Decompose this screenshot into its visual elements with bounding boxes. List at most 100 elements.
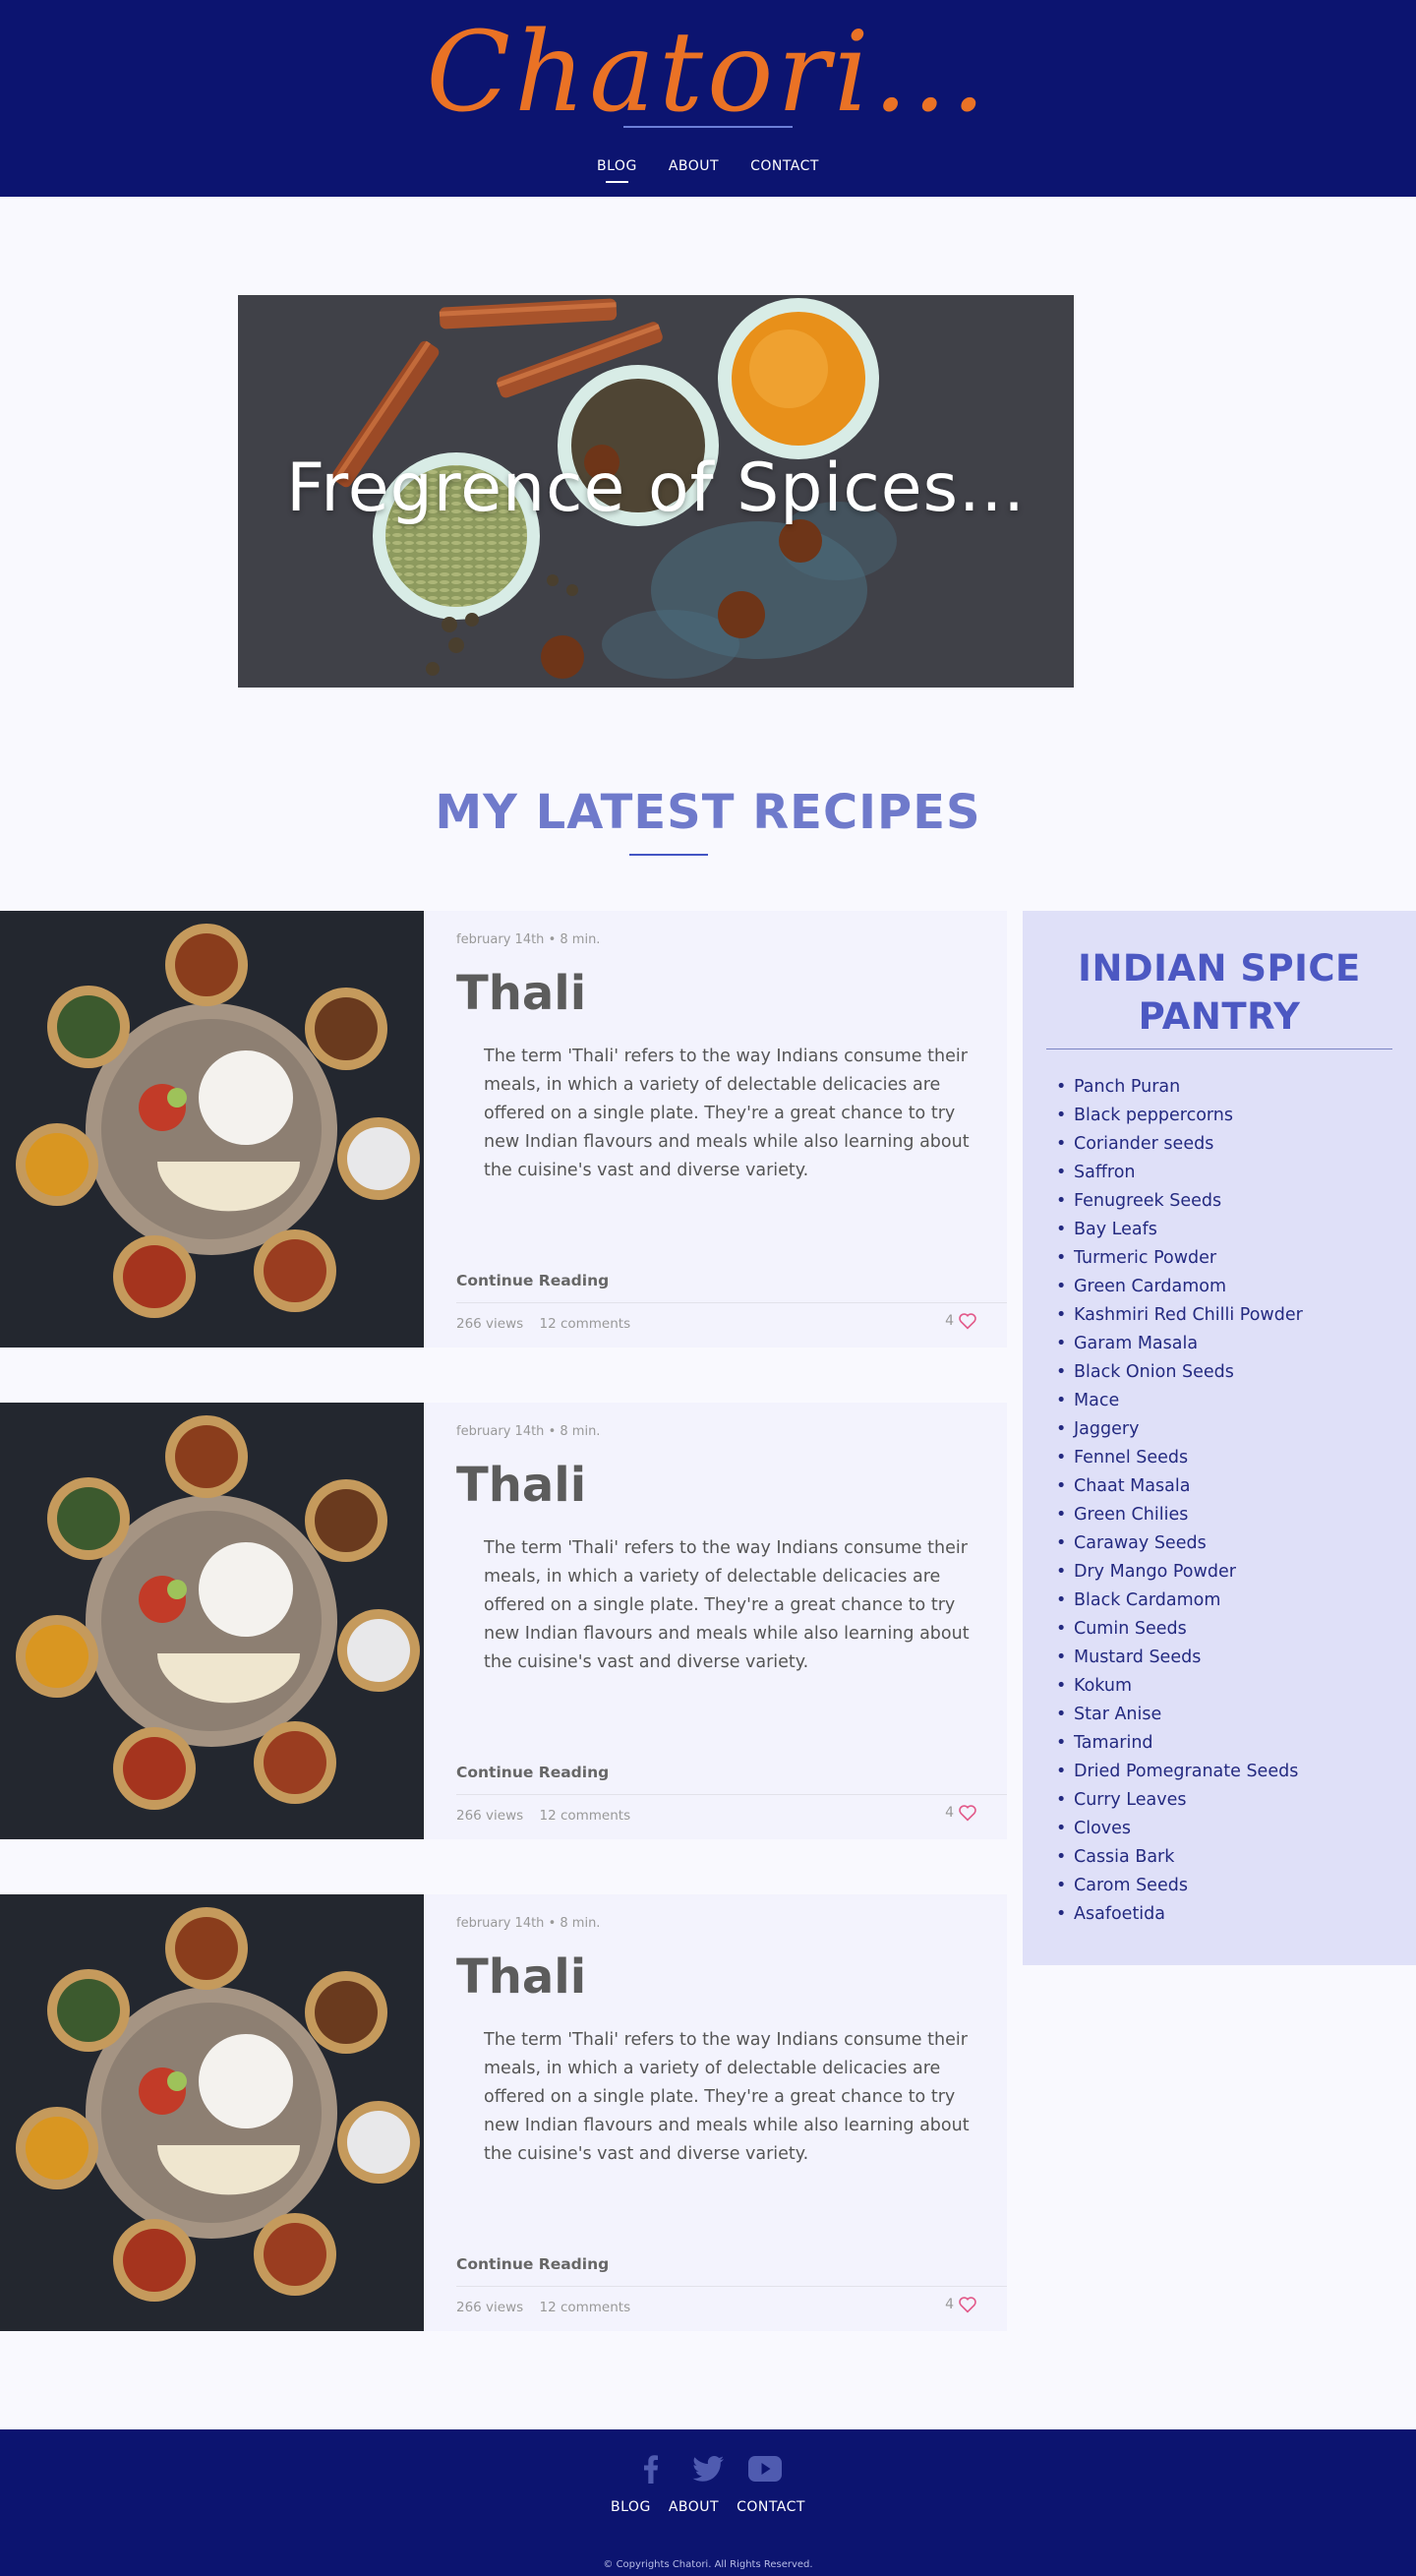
spice-list-item: Tamarind bbox=[1056, 1729, 1303, 1758]
post-stats: 266 views 12 comments bbox=[456, 1316, 630, 1332]
post-read-time: 8 min. bbox=[560, 932, 601, 947]
spice-list-item: Panch Puran bbox=[1056, 1073, 1303, 1102]
spice-list-item: Fennel Seeds bbox=[1056, 1444, 1303, 1472]
logo-underline bbox=[623, 126, 793, 128]
continue-reading-link[interactable]: Continue Reading bbox=[456, 1764, 609, 1781]
nav-item-about[interactable]: ABOUT bbox=[669, 158, 719, 174]
post-views: 266 views bbox=[456, 2300, 524, 2315]
thali-image bbox=[0, 911, 424, 1348]
like-count: 4 bbox=[945, 1313, 954, 1329]
post-card[interactable]: february 14th • 8 min. Thali The term 'T… bbox=[0, 911, 1007, 1348]
post-divider bbox=[456, 1794, 1007, 1795]
like-count: 4 bbox=[945, 2297, 954, 2312]
heart-icon[interactable] bbox=[958, 2296, 977, 2313]
post-card[interactable]: february 14th • 8 min. Thali The term 'T… bbox=[0, 1894, 1007, 2331]
footer-nav-contact[interactable]: CONTACT bbox=[737, 2499, 805, 2515]
post-card[interactable]: february 14th • 8 min. Thali The term 'T… bbox=[0, 1403, 1007, 1839]
meta-separator: • bbox=[548, 1424, 560, 1439]
spice-list-item: Cloves bbox=[1056, 1815, 1303, 1843]
post-likes[interactable]: 4 bbox=[945, 1312, 977, 1330]
post-likes[interactable]: 4 bbox=[945, 1804, 977, 1822]
spice-list-item: Mace bbox=[1056, 1387, 1303, 1415]
spice-list-item: Cassia Bark bbox=[1056, 1843, 1303, 1872]
section-title-underline bbox=[629, 854, 708, 856]
meta-separator: • bbox=[548, 932, 560, 947]
meta-separator: • bbox=[548, 1916, 560, 1931]
spice-list-item: Saffron bbox=[1056, 1159, 1303, 1187]
continue-reading-link[interactable]: Continue Reading bbox=[456, 1272, 609, 1289]
post-image[interactable] bbox=[0, 1403, 424, 1839]
spice-list-item: Asafoetida bbox=[1056, 1900, 1303, 1929]
spice-list: Panch PuranBlack peppercornsCoriander se… bbox=[1056, 1073, 1303, 1929]
copyright-icon: © bbox=[603, 2559, 614, 2570]
post-excerpt: The term 'Thali' refers to the way India… bbox=[484, 1538, 970, 1672]
footer-nav-about[interactable]: ABOUT bbox=[669, 2499, 719, 2515]
site-header: Chatori... BLOG ABOUT CONTACT bbox=[0, 0, 1416, 197]
spice-list-item: Coriander seeds bbox=[1056, 1130, 1303, 1159]
spice-list-item: Green Cardamom bbox=[1056, 1273, 1303, 1301]
spice-list-item: Curry Leaves bbox=[1056, 1786, 1303, 1815]
sidebar-divider bbox=[1046, 1048, 1392, 1049]
post-views: 266 views bbox=[456, 1316, 524, 1332]
nav-item-blog[interactable]: BLOG bbox=[597, 158, 637, 183]
post-comments[interactable]: 12 comments bbox=[539, 2300, 630, 2315]
post-date: february 14th bbox=[456, 932, 545, 947]
post-title[interactable]: Thali bbox=[456, 1949, 586, 2005]
post-comments[interactable]: 12 comments bbox=[539, 1316, 630, 1332]
hero-banner: Fregrence of Spices... bbox=[238, 295, 1074, 688]
thali-image bbox=[0, 1403, 424, 1839]
nav-item-contact[interactable]: CONTACT bbox=[750, 158, 819, 174]
post-likes[interactable]: 4 bbox=[945, 2296, 977, 2313]
heart-icon[interactable] bbox=[958, 1312, 977, 1330]
post-stats: 266 views 12 comments bbox=[456, 2300, 630, 2315]
section-title: MY LATEST RECIPES bbox=[435, 785, 981, 840]
post-excerpt: The term 'Thali' refers to the way India… bbox=[484, 2030, 970, 2164]
spice-list-item: Jaggery bbox=[1056, 1415, 1303, 1444]
spice-list-item: Dry Mango Powder bbox=[1056, 1558, 1303, 1587]
like-count: 4 bbox=[945, 1805, 954, 1821]
post-meta: february 14th • 8 min. bbox=[456, 1424, 600, 1439]
spice-list-item: Turmeric Powder bbox=[1056, 1244, 1303, 1273]
spice-list-item: Kokum bbox=[1056, 1672, 1303, 1701]
post-title[interactable]: Thali bbox=[456, 1458, 586, 1513]
footer-nav-blog[interactable]: BLOG bbox=[611, 2499, 651, 2515]
thali-image bbox=[0, 1894, 424, 2331]
youtube-icon[interactable] bbox=[747, 2453, 783, 2485]
post-date: february 14th bbox=[456, 1916, 545, 1931]
post-title[interactable]: Thali bbox=[456, 966, 586, 1021]
hero-title: Fregrence of Spices... bbox=[286, 449, 1026, 527]
twitter-icon[interactable] bbox=[690, 2453, 726, 2485]
sidebar-title: INDIAN SPICE PANTRY bbox=[1023, 944, 1416, 1041]
spice-list-item: Chaat Masala bbox=[1056, 1472, 1303, 1501]
main-nav: BLOG ABOUT CONTACT bbox=[0, 158, 1416, 183]
copyright-text: Copyrights Chatori. All Rights Reserved. bbox=[616, 2559, 813, 2570]
spice-list-item: Carom Seeds bbox=[1056, 1872, 1303, 1900]
spice-list-item: Dried Pomegranate Seeds bbox=[1056, 1758, 1303, 1786]
post-divider bbox=[456, 1302, 1007, 1303]
site-logo[interactable]: Chatori... bbox=[0, 4, 1416, 142]
post-meta: february 14th • 8 min. bbox=[456, 932, 600, 947]
facebook-icon[interactable] bbox=[633, 2453, 669, 2485]
post-read-time: 8 min. bbox=[560, 1424, 601, 1439]
spice-pantry-sidebar: INDIAN SPICE PANTRY Panch PuranBlack pep… bbox=[1023, 911, 1416, 1965]
sidebar-title-line-2: PANTRY bbox=[1138, 995, 1301, 1038]
social-links bbox=[0, 2453, 1416, 2485]
continue-reading-link[interactable]: Continue Reading bbox=[456, 2255, 609, 2273]
spice-list-item: Bay Leafs bbox=[1056, 1216, 1303, 1244]
spice-list-item: Green Chilies bbox=[1056, 1501, 1303, 1529]
post-comments[interactable]: 12 comments bbox=[539, 1808, 630, 1824]
spice-list-item: Fenugreek Seeds bbox=[1056, 1187, 1303, 1216]
post-image[interactable] bbox=[0, 911, 424, 1348]
spice-list-item: Garam Masala bbox=[1056, 1330, 1303, 1358]
spice-list-item: Star Anise bbox=[1056, 1701, 1303, 1729]
post-excerpt: The term 'Thali' refers to the way India… bbox=[484, 1047, 970, 1180]
post-divider bbox=[456, 2286, 1007, 2287]
post-image[interactable] bbox=[0, 1894, 424, 2331]
spice-list-item: Black peppercorns bbox=[1056, 1102, 1303, 1130]
sidebar-title-line-1: INDIAN SPICE bbox=[1078, 947, 1361, 989]
post-stats: 266 views 12 comments bbox=[456, 1808, 630, 1824]
spice-list-item: Black Cardamom bbox=[1056, 1587, 1303, 1615]
heart-icon[interactable] bbox=[958, 1804, 977, 1822]
post-meta: february 14th • 8 min. bbox=[456, 1916, 600, 1931]
spice-list-item: Cumin Seeds bbox=[1056, 1615, 1303, 1644]
